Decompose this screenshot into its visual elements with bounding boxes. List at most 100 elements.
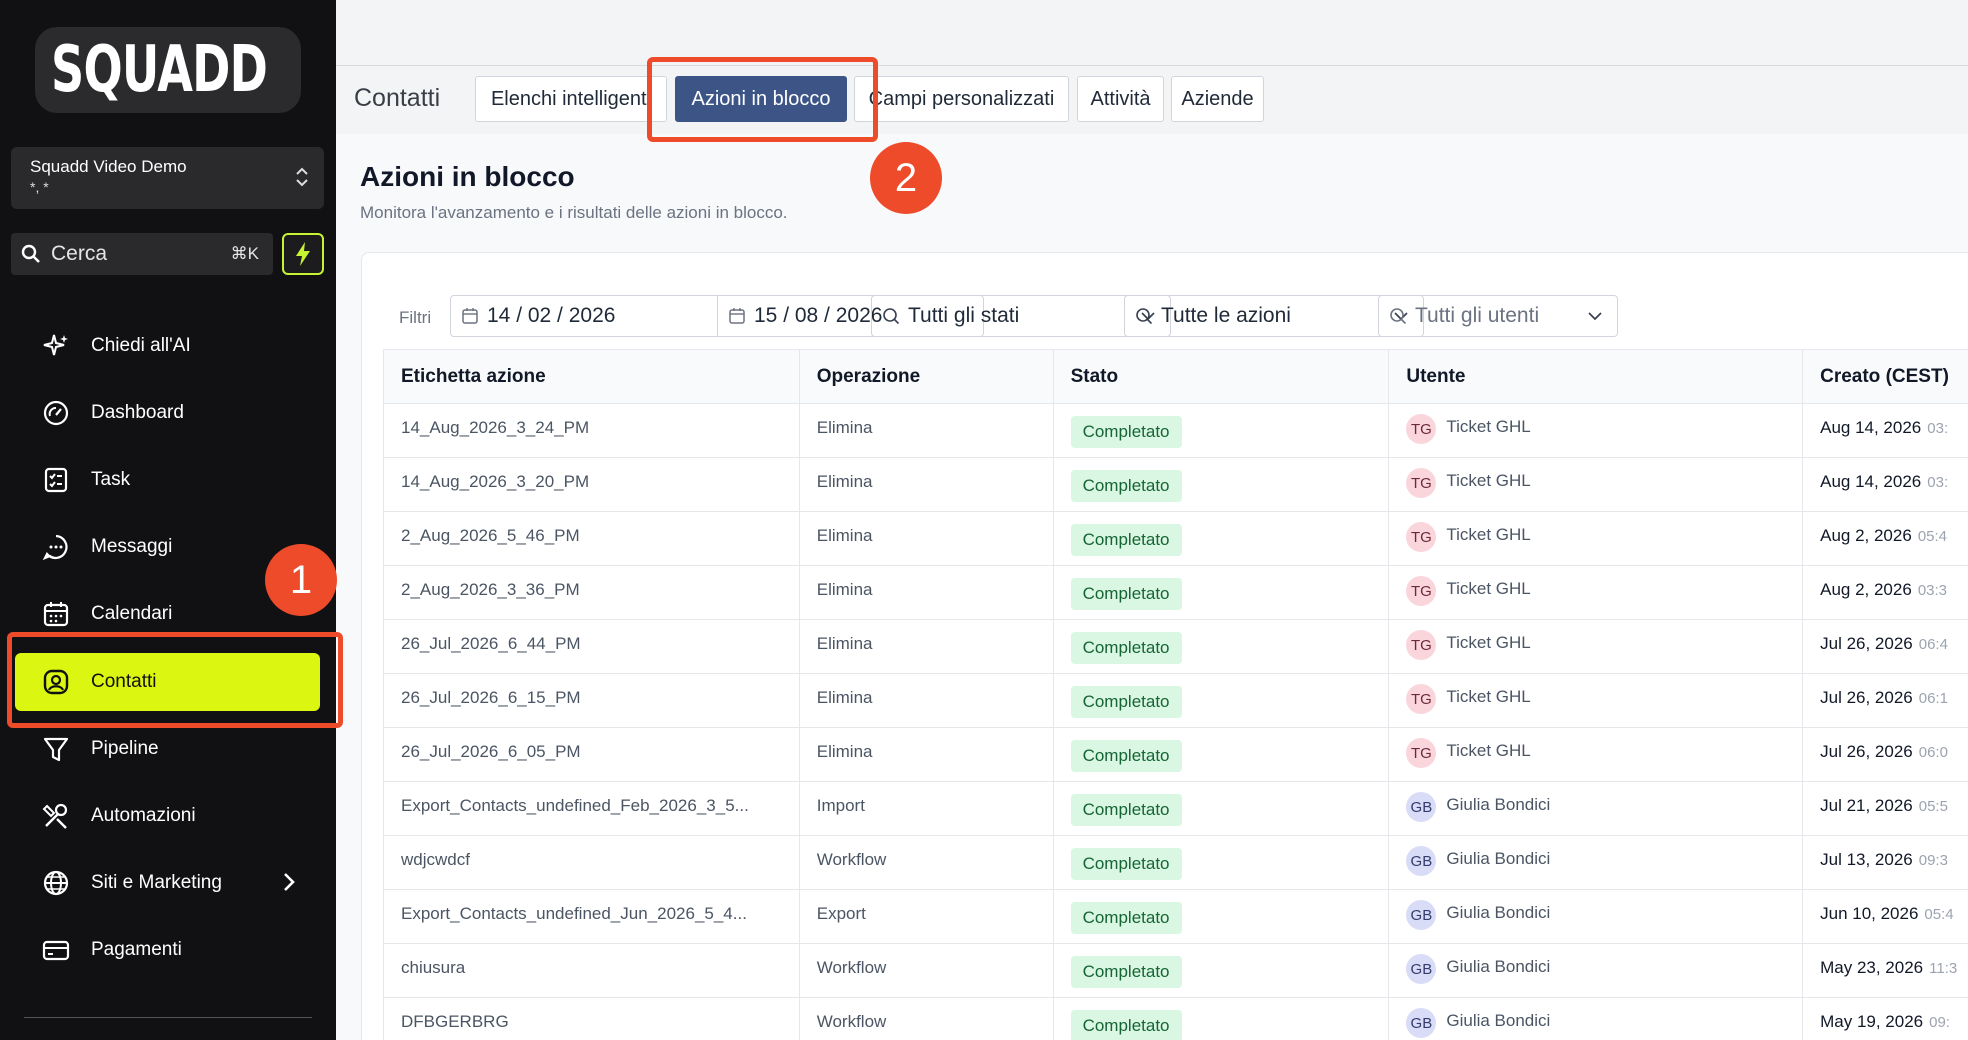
- quick-action-button[interactable]: [282, 233, 324, 275]
- squadd-logo[interactable]: SQUADD: [35, 27, 301, 113]
- main-content: Azioni in blocco Monitora l'avanzamento …: [336, 134, 1968, 1040]
- bulk-actions-table: Etichetta azione Operazione Stato Utente…: [383, 349, 1968, 1040]
- operation: Elimina: [800, 674, 1054, 727]
- column-header[interactable]: Etichetta azione: [384, 350, 800, 403]
- created-time: 06:1: [1918, 690, 1948, 707]
- status-badge: Completato: [1070, 470, 1182, 502]
- sidebar-item-pipeline[interactable]: Pipeline: [15, 721, 320, 777]
- action-label[interactable]: Export_Contacts_undefined_Jun_2026_5_4..…: [384, 890, 800, 943]
- table-row[interactable]: Export_Contacts_undefined_Jun_2026_5_4..…: [384, 890, 1968, 944]
- table-row[interactable]: DFBGERBRG Workflow Completato GB Giulia Bond…: [384, 998, 1968, 1040]
- table-row[interactable]: 2_Aug_2026_3_36_PM Elimina Completato TG Tic…: [384, 566, 1968, 620]
- tab-campi-personalizzati[interactable]: Campi personalizzati: [854, 76, 1069, 122]
- action-label[interactable]: 14_Aug_2026_3_20_PM: [384, 458, 800, 511]
- action-label[interactable]: DFBGERBRG: [384, 998, 800, 1040]
- action-label[interactable]: wdjcwdcf: [384, 836, 800, 889]
- sparkle-icon: [41, 331, 71, 361]
- chevron-down-icon: [1588, 312, 1602, 321]
- created-cell: Jul 26, 2026 06:0: [1803, 728, 1968, 781]
- status-cell: Completato: [1054, 512, 1390, 565]
- sidebar-item-label: Calendari: [91, 603, 173, 624]
- operation: Elimina: [800, 728, 1054, 781]
- action-label[interactable]: Export_Contacts_undefined_Feb_2026_3_5..…: [384, 782, 800, 835]
- sidebar-item-dashboard[interactable]: Dashboard: [15, 385, 320, 441]
- table-row[interactable]: 26_Jul_2026_6_44_PM Elimina Completato TG Ti…: [384, 620, 1968, 674]
- user-name: Giulia Bondici: [1446, 957, 1551, 976]
- filters-label: Filtri: [399, 308, 432, 327]
- status-cell: Completato: [1054, 566, 1390, 619]
- column-header[interactable]: Creato (CEST): [1803, 350, 1968, 403]
- created-time: 05:4: [1924, 906, 1954, 923]
- chevron-updown-icon: [296, 167, 308, 187]
- tab-aziende[interactable]: Aziende: [1171, 76, 1264, 122]
- account-name: Squadd Video Demo: [30, 157, 187, 176]
- table-row[interactable]: 2_Aug_2026_5_46_PM Elimina Completato TG Tic…: [384, 512, 1968, 566]
- created-date: Aug 14, 2026: [1820, 472, 1922, 491]
- table-row[interactable]: 26_Jul_2026_6_05_PM Elimina Completato TG Ti…: [384, 728, 1968, 782]
- account-switcher[interactable]: Squadd Video Demo *, *: [11, 147, 324, 209]
- action-label[interactable]: 26_Jul_2026_6_15_PM: [384, 674, 800, 727]
- table-row[interactable]: chiusura Workflow Completato GB Giulia Bondi…: [384, 944, 1968, 998]
- table-row[interactable]: 26_Jul_2026_6_15_PM Elimina Completato TG Ti…: [384, 674, 1968, 728]
- search-shortcut: ⌘K: [230, 244, 259, 263]
- created-time: 09:3: [1918, 852, 1948, 869]
- created-time: 03:: [1927, 420, 1949, 437]
- user-cell: TG Ticket GHL: [1389, 620, 1804, 673]
- brand-name: SQUADD: [51, 33, 268, 107]
- action-label[interactable]: 26_Jul_2026_6_05_PM: [384, 728, 800, 781]
- action-label[interactable]: 26_Jul_2026_6_44_PM: [384, 620, 800, 673]
- user-filter-select[interactable]: Tutti gli utenti: [1378, 295, 1618, 337]
- operation: Export: [800, 890, 1054, 943]
- action-label[interactable]: 2_Aug_2026_3_36_PM: [384, 566, 800, 619]
- search-box[interactable]: Cerca ⌘K: [11, 233, 273, 275]
- status-badge: Completato: [1070, 578, 1182, 610]
- step-badge-1: 1: [265, 544, 337, 616]
- sidebar-item-ai[interactable]: Chiedi all'AI: [15, 318, 320, 374]
- status-filter-value: Tutti gli stati: [908, 304, 1020, 327]
- table-row[interactable]: 14_Aug_2026_3_24_PM Elimina Completato TG Ti…: [384, 404, 1968, 458]
- bolt-icon: [296, 242, 310, 266]
- operation: Workflow: [800, 944, 1054, 997]
- sidebar-item-label: Pipeline: [91, 738, 159, 759]
- action-label[interactable]: chiusura: [384, 944, 800, 997]
- operation: Elimina: [800, 458, 1054, 511]
- sidebar-item-label: Task: [91, 469, 131, 490]
- tab-attivita[interactable]: Attività: [1077, 76, 1164, 122]
- operation: Elimina: [800, 512, 1054, 565]
- tab-elenchi-intelligenti[interactable]: Elenchi intelligenti: [475, 76, 667, 122]
- created-cell: Aug 14, 2026 03:: [1803, 404, 1968, 457]
- table-row[interactable]: Export_Contacts_undefined_Feb_2026_3_5..…: [384, 782, 1968, 836]
- status-cell: Completato: [1054, 782, 1390, 835]
- table-row[interactable]: wdjcwdcf Workflow Completato GB Giulia Bondi…: [384, 836, 1968, 890]
- user-cell: GB Giulia Bondici: [1389, 836, 1804, 889]
- sidebar-item-siti-marketing[interactable]: Siti e Marketing: [15, 855, 320, 911]
- user-cell: TG Ticket GHL: [1389, 566, 1804, 619]
- highlight-contatti: [7, 632, 343, 728]
- column-header[interactable]: Operazione: [800, 350, 1054, 403]
- date-from-field[interactable]: 14 / 02 / 2026: [451, 296, 717, 336]
- page-title: Azioni in blocco: [360, 161, 575, 192]
- user-name: Ticket GHL: [1446, 579, 1531, 598]
- user-cell: TG Ticket GHL: [1389, 728, 1804, 781]
- chevron-right-icon: [284, 873, 295, 891]
- highlight-azioni-tab: [647, 57, 878, 142]
- sidebar-item-task[interactable]: Task: [15, 452, 320, 508]
- status-badge: Completato: [1070, 794, 1182, 826]
- created-time: 11:3: [1929, 960, 1958, 977]
- sidebar-item-pagamenti[interactable]: Pagamenti: [15, 922, 320, 978]
- search-icon: [21, 244, 40, 263]
- created-cell: Jul 13, 2026 09:3: [1803, 836, 1968, 889]
- sidebar-item-automazioni[interactable]: Automazioni: [15, 788, 320, 844]
- table-row[interactable]: 14_Aug_2026_3_20_PM Elimina Completato TG Ti…: [384, 458, 1968, 512]
- created-time: 05:5: [1918, 798, 1948, 815]
- operation: Elimina: [800, 566, 1054, 619]
- user-name: Giulia Bondici: [1446, 849, 1551, 868]
- search-placeholder: Cerca: [51, 242, 108, 265]
- action-label[interactable]: 14_Aug_2026_3_24_PM: [384, 404, 800, 457]
- column-header[interactable]: Stato: [1054, 350, 1390, 403]
- status-cell: Completato: [1054, 620, 1390, 673]
- status-badge: Completato: [1070, 524, 1182, 556]
- user-cell: GB Giulia Bondici: [1389, 782, 1804, 835]
- action-label[interactable]: 2_Aug_2026_5_46_PM: [384, 512, 800, 565]
- column-header[interactable]: Utente: [1389, 350, 1804, 403]
